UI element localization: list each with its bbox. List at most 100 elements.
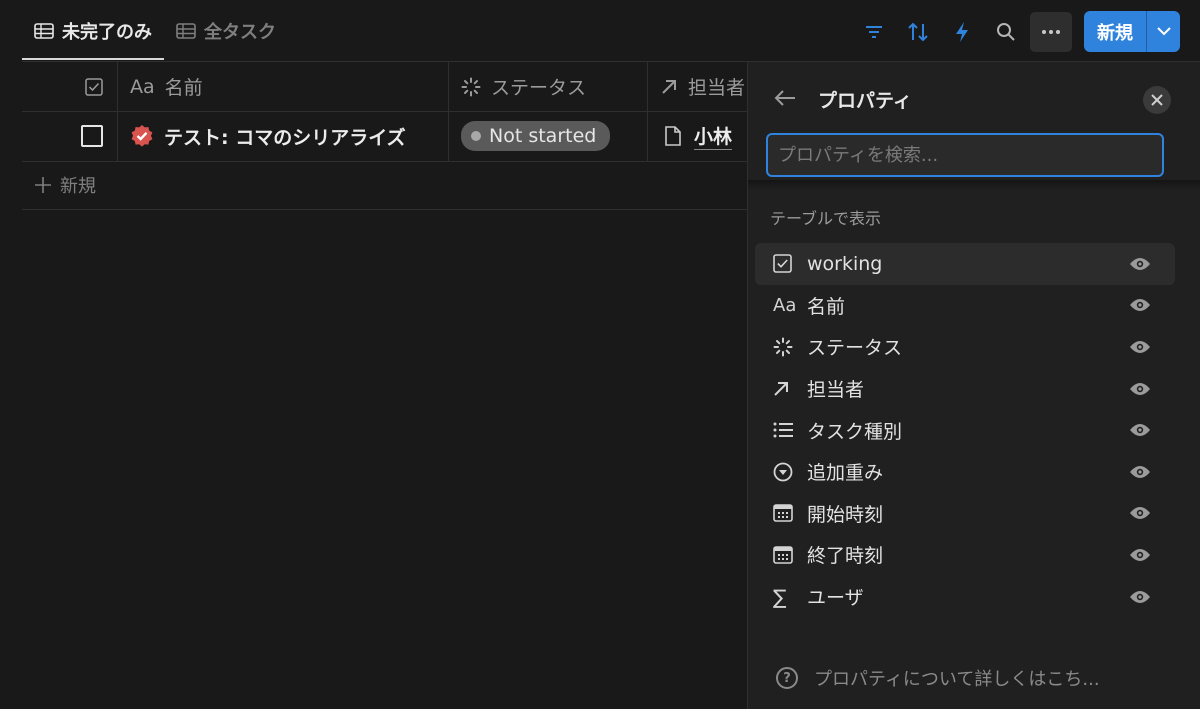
property-list: working Aa 名前 ステータス 担当者 タスク種別 追加重み 開始時刻 …	[755, 243, 1175, 617]
verified-badge-icon	[131, 125, 153, 147]
arrow-icon	[774, 382, 788, 396]
search-icon	[997, 22, 1015, 41]
search-button[interactable]	[984, 12, 1028, 52]
checkbox-icon	[773, 254, 792, 274]
row-checkbox[interactable]	[81, 125, 103, 147]
column-label: 担当者	[688, 77, 746, 99]
property-item-end-time[interactable]: 終了時刻	[755, 534, 1175, 576]
plus-icon	[35, 177, 51, 193]
automation-button[interactable]	[940, 12, 984, 52]
column-header-status[interactable]: ステータス	[449, 62, 648, 111]
close-button[interactable]	[1143, 86, 1171, 114]
eye-icon[interactable]	[1129, 423, 1151, 437]
property-item-name[interactable]: Aa 名前	[755, 285, 1175, 327]
panel-title: プロパティ	[818, 90, 912, 112]
property-label: 担当者	[807, 379, 865, 402]
column-header-working[interactable]	[22, 62, 118, 111]
eye-icon[interactable]	[1129, 298, 1151, 312]
property-label: 名前	[807, 295, 846, 318]
tab-label: 未完了のみ	[62, 22, 152, 43]
chevron-down-icon	[1156, 27, 1171, 36]
divider	[22, 161, 748, 162]
status-icon	[461, 77, 481, 96]
eye-icon[interactable]	[1129, 382, 1151, 396]
new-button[interactable]: 新規	[1084, 11, 1146, 52]
property-item-working[interactable]: working	[755, 243, 1175, 285]
eye-icon[interactable]	[1129, 465, 1151, 479]
eye-icon[interactable]	[1129, 506, 1151, 520]
text-icon: Aa	[130, 75, 155, 98]
property-label: タスク種別	[807, 420, 903, 443]
learn-more-link[interactable]: ? プロパティについて詳しくはこち...	[776, 665, 1100, 691]
add-row-button[interactable]: 新規	[34, 172, 96, 198]
column-header-owner[interactable]: 担当者	[648, 62, 748, 111]
filter-button[interactable]	[852, 12, 896, 52]
property-label: 追加重み	[807, 462, 884, 485]
add-row-label: 新規	[60, 176, 96, 197]
select-icon	[773, 462, 793, 482]
calendar-icon	[773, 546, 793, 564]
tab-incomplete[interactable]: 未完了のみ	[22, 0, 164, 62]
property-item-status[interactable]: ステータス	[755, 326, 1175, 368]
property-label: ユーザ	[807, 587, 864, 610]
sigma-icon: ∑	[773, 584, 787, 609]
property-label: ステータス	[807, 337, 903, 360]
eye-icon[interactable]	[1129, 257, 1151, 271]
page-icon	[665, 126, 681, 146]
status-label: Not started	[489, 125, 597, 147]
column-label: 名前	[164, 77, 203, 99]
table-row[interactable]: テスト: コマのシリアライズ Not started 小林	[22, 111, 748, 161]
property-item-user[interactable]: ∑ ユーザ	[755, 576, 1175, 618]
search-shadow	[748, 180, 1200, 190]
eye-icon[interactable]	[1129, 548, 1151, 562]
status-dot-icon	[471, 131, 481, 141]
lightning-icon	[956, 21, 968, 42]
new-options-button[interactable]	[1146, 11, 1180, 52]
view-tabs: 未完了のみ 全タスク	[22, 0, 288, 62]
checkbox-icon	[85, 77, 103, 96]
property-item-owner[interactable]: 担当者	[755, 368, 1175, 410]
owner-cell[interactable]: 小林	[648, 111, 748, 161]
table-icon	[176, 23, 196, 39]
task-name: テスト: コマのシリアライズ	[164, 126, 406, 149]
eye-icon[interactable]	[1129, 590, 1151, 604]
list-icon	[773, 422, 793, 438]
property-label: 終了時刻	[807, 545, 884, 568]
owner-link[interactable]: 小林	[694, 122, 733, 150]
tab-all-tasks[interactable]: 全タスク	[164, 0, 288, 62]
status-badge[interactable]: Not started	[461, 121, 611, 151]
more-icon	[1042, 29, 1060, 34]
tab-label: 全タスク	[204, 22, 276, 43]
property-label: working	[807, 252, 883, 275]
more-button[interactable]	[1030, 11, 1072, 52]
panel-header: プロパティ	[748, 62, 1200, 136]
column-header-name[interactable]: Aa 名前	[118, 62, 449, 111]
filter-icon	[866, 25, 882, 38]
property-item-extra-weight[interactable]: 追加重み	[755, 451, 1175, 493]
arrow-left-icon	[774, 90, 795, 106]
back-button[interactable]	[774, 88, 796, 112]
table-icon	[34, 23, 54, 39]
property-item-start-time[interactable]: 開始時刻	[755, 493, 1175, 535]
status-icon	[773, 337, 793, 357]
property-search-input[interactable]	[766, 133, 1164, 177]
view-header: 未完了のみ 全タスク 新規	[0, 0, 1200, 62]
table-header: Aa 名前 ステータス 担当者	[22, 62, 748, 111]
learn-more-label: プロパティについて詳しくはこち...	[814, 669, 1100, 690]
status-cell[interactable]: Not started	[449, 111, 648, 161]
properties-panel: プロパティ テーブルで表示 working Aa 名前 ステータス 担当者	[747, 62, 1200, 709]
column-label: ステータス	[491, 77, 587, 99]
name-cell[interactable]: テスト: コマのシリアライズ	[118, 111, 449, 161]
text-icon: Aa	[773, 294, 797, 316]
working-cell	[22, 111, 118, 161]
eye-icon[interactable]	[1129, 340, 1151, 354]
sort-button[interactable]	[896, 12, 940, 52]
calendar-icon	[773, 504, 793, 523]
property-item-task-type[interactable]: タスク種別	[755, 409, 1175, 451]
help-icon: ?	[776, 667, 798, 689]
sort-icon	[908, 22, 928, 41]
arrow-icon	[662, 79, 676, 94]
new-button-group: 新規	[1084, 11, 1180, 52]
close-icon	[1151, 94, 1163, 106]
property-label: 開始時刻	[807, 503, 884, 526]
